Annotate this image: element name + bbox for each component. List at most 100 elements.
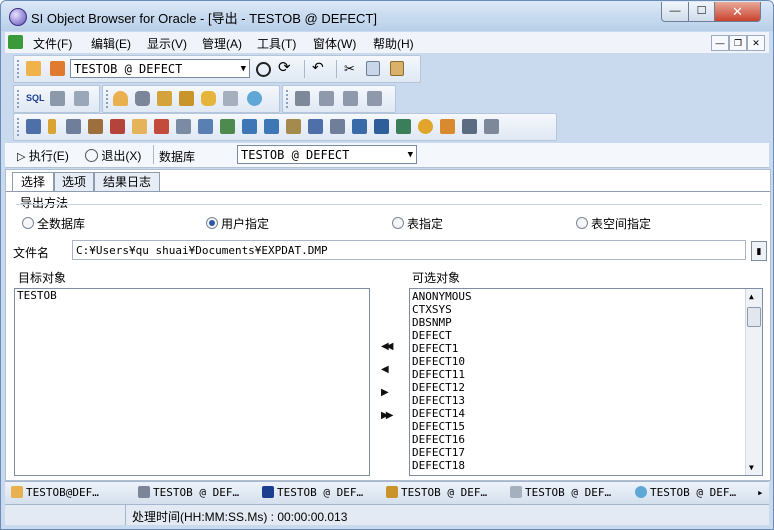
maximize-button[interactable]: ☐: [688, 2, 715, 22]
window-tab[interactable]: TESTOB @ DEF…: [138, 486, 239, 499]
move-all-right-button[interactable]: ▶▶: [381, 410, 394, 421]
list-item[interactable]: DEFECT17: [410, 446, 762, 459]
window-tab[interactable]: TESTOB @ DEF…: [635, 486, 736, 499]
radio-full-database[interactable]: 全数据库: [22, 215, 85, 232]
undo-icon[interactable]: ↶: [312, 60, 327, 75]
toolbar-grip[interactable]: [17, 118, 22, 136]
chart-icon[interactable]: [308, 119, 323, 134]
package-icon[interactable]: [154, 119, 169, 134]
mdi-close-button[interactable]: ✕: [747, 35, 765, 51]
database-select[interactable]: TESTOB @ DEFECT ▼: [237, 145, 417, 164]
refresh-icon[interactable]: ⟳: [278, 60, 293, 75]
monitor-icon[interactable]: [247, 91, 262, 106]
list-item[interactable]: DEFECT12: [410, 381, 762, 394]
list-item[interactable]: DBSNMP: [410, 316, 762, 329]
key-icon[interactable]: [343, 91, 358, 106]
list-item[interactable]: DEFECT11: [410, 368, 762, 381]
cut-icon[interactable]: ✂: [344, 61, 359, 76]
sync-icon[interactable]: [418, 119, 433, 134]
window-tab[interactable]: TESTOB @ DEF…: [510, 486, 611, 499]
export-icon[interactable]: [367, 91, 382, 106]
exit-button[interactable]: 退出(X): [85, 147, 141, 164]
arrow-out-icon[interactable]: [352, 119, 367, 134]
sql-window-icon[interactable]: [74, 91, 89, 106]
title-bar[interactable]: SI Object Browser for Oracle - [导出 - TES…: [1, 1, 773, 31]
menu-file[interactable]: 文件(F): [33, 35, 72, 52]
tools-icon[interactable]: [440, 119, 455, 134]
library-icon[interactable]: [462, 119, 477, 134]
trigger-icon[interactable]: [198, 119, 213, 134]
tablespace-icon[interactable]: [201, 91, 216, 106]
help-icon[interactable]: [319, 91, 334, 106]
files-icon[interactable]: [223, 91, 238, 106]
procedure-icon[interactable]: [88, 119, 103, 134]
toolbar-grip[interactable]: [17, 90, 22, 108]
list-item[interactable]: DEFECT10: [410, 355, 762, 368]
menu-window[interactable]: 窗体(W): [313, 35, 356, 52]
new-connection-icon[interactable]: [26, 61, 41, 76]
copy-icon[interactable]: [366, 61, 380, 76]
toolbar-grip[interactable]: [106, 90, 111, 108]
circle-icon[interactable]: [256, 62, 271, 77]
report-icon[interactable]: [396, 119, 411, 134]
connection-select[interactable]: TESTOB @ DEFECT ▼: [70, 59, 250, 78]
window-tab[interactable]: TESTOB@DEF…: [11, 486, 99, 499]
list-item[interactable]: ANONYMOUS: [410, 290, 762, 303]
list-item[interactable]: DEFECT16: [410, 433, 762, 446]
list-item[interactable]: DEFECT15: [410, 420, 762, 433]
view-icon[interactable]: [66, 119, 81, 134]
move-all-left-button[interactable]: ◀◀: [381, 341, 394, 352]
radio-user-specified[interactable]: 用户指定: [206, 215, 269, 232]
table-icon[interactable]: [26, 119, 41, 134]
type-icon[interactable]: [220, 119, 235, 134]
tab-result-log[interactable]: 结果日志: [94, 172, 160, 191]
menu-edit[interactable]: 编辑(E): [91, 35, 131, 52]
window-icon[interactable]: [330, 119, 345, 134]
sql-icon[interactable]: SQL: [26, 91, 45, 106]
calendar-icon[interactable]: [286, 119, 301, 134]
available-objects-list[interactable]: ANONYMOUS CTXSYS DBSNMP DEFECT DEFECT1 D…: [409, 288, 763, 476]
execute-button[interactable]: ▷ 执行(E): [17, 147, 69, 164]
vertical-scrollbar[interactable]: ▲ ▼: [745, 289, 762, 475]
info-icon[interactable]: [484, 119, 499, 134]
more-tabs-button[interactable]: ▸: [757, 486, 764, 499]
file-name-input[interactable]: C:¥Users¥qu shuai¥Documents¥EXPDAT.DMP: [72, 240, 746, 260]
link-icon[interactable]: [242, 119, 257, 134]
lock-icon[interactable]: [179, 91, 194, 106]
scroll-down-icon[interactable]: ▼: [749, 463, 754, 472]
list-item[interactable]: CTXSYS: [410, 303, 762, 316]
list-item[interactable]: DEFECT: [410, 329, 762, 342]
window-tab[interactable]: TESTOB @ DEF…: [262, 486, 363, 499]
mdi-restore-button[interactable]: ❐: [729, 35, 747, 51]
radio-tablespace-specified[interactable]: 表空间指定: [576, 215, 651, 232]
link2-icon[interactable]: [264, 119, 279, 134]
session-icon[interactable]: [295, 91, 310, 106]
tab-select[interactable]: 选择: [12, 172, 54, 192]
grid-icon[interactable]: [374, 119, 389, 134]
list-item[interactable]: DEFECT18: [410, 459, 762, 472]
tab-options[interactable]: 选项: [54, 172, 94, 191]
move-left-button[interactable]: ◀: [381, 364, 389, 375]
synonym-icon[interactable]: [132, 119, 147, 134]
menu-tools[interactable]: 工具(T): [257, 35, 296, 52]
scroll-up-icon[interactable]: ▲: [749, 292, 754, 301]
index-icon[interactable]: [48, 119, 56, 134]
list-item[interactable]: TESTOB: [15, 289, 369, 302]
close-button[interactable]: ✕: [714, 2, 761, 22]
scrollbar-thumb[interactable]: [747, 307, 761, 327]
mdi-minimize-button[interactable]: —: [711, 35, 729, 51]
toolbar-grip[interactable]: [286, 90, 291, 108]
target-objects-list[interactable]: TESTOB: [14, 288, 370, 476]
paste-icon[interactable]: [390, 61, 404, 76]
list-item[interactable]: DEFECT14: [410, 407, 762, 420]
browse-button[interactable]: ▮: [751, 241, 767, 261]
user-icon[interactable]: [113, 91, 128, 106]
list-item[interactable]: DEFECT13: [410, 394, 762, 407]
function-icon[interactable]: [176, 119, 191, 134]
disconnect-icon[interactable]: [50, 61, 65, 76]
database-icon[interactable]: [135, 91, 150, 106]
menu-admin[interactable]: 管理(A): [202, 35, 242, 52]
sql-history-icon[interactable]: [50, 91, 65, 106]
radio-table-specified[interactable]: 表指定: [392, 215, 443, 232]
list-item[interactable]: DEFECT1: [410, 342, 762, 355]
